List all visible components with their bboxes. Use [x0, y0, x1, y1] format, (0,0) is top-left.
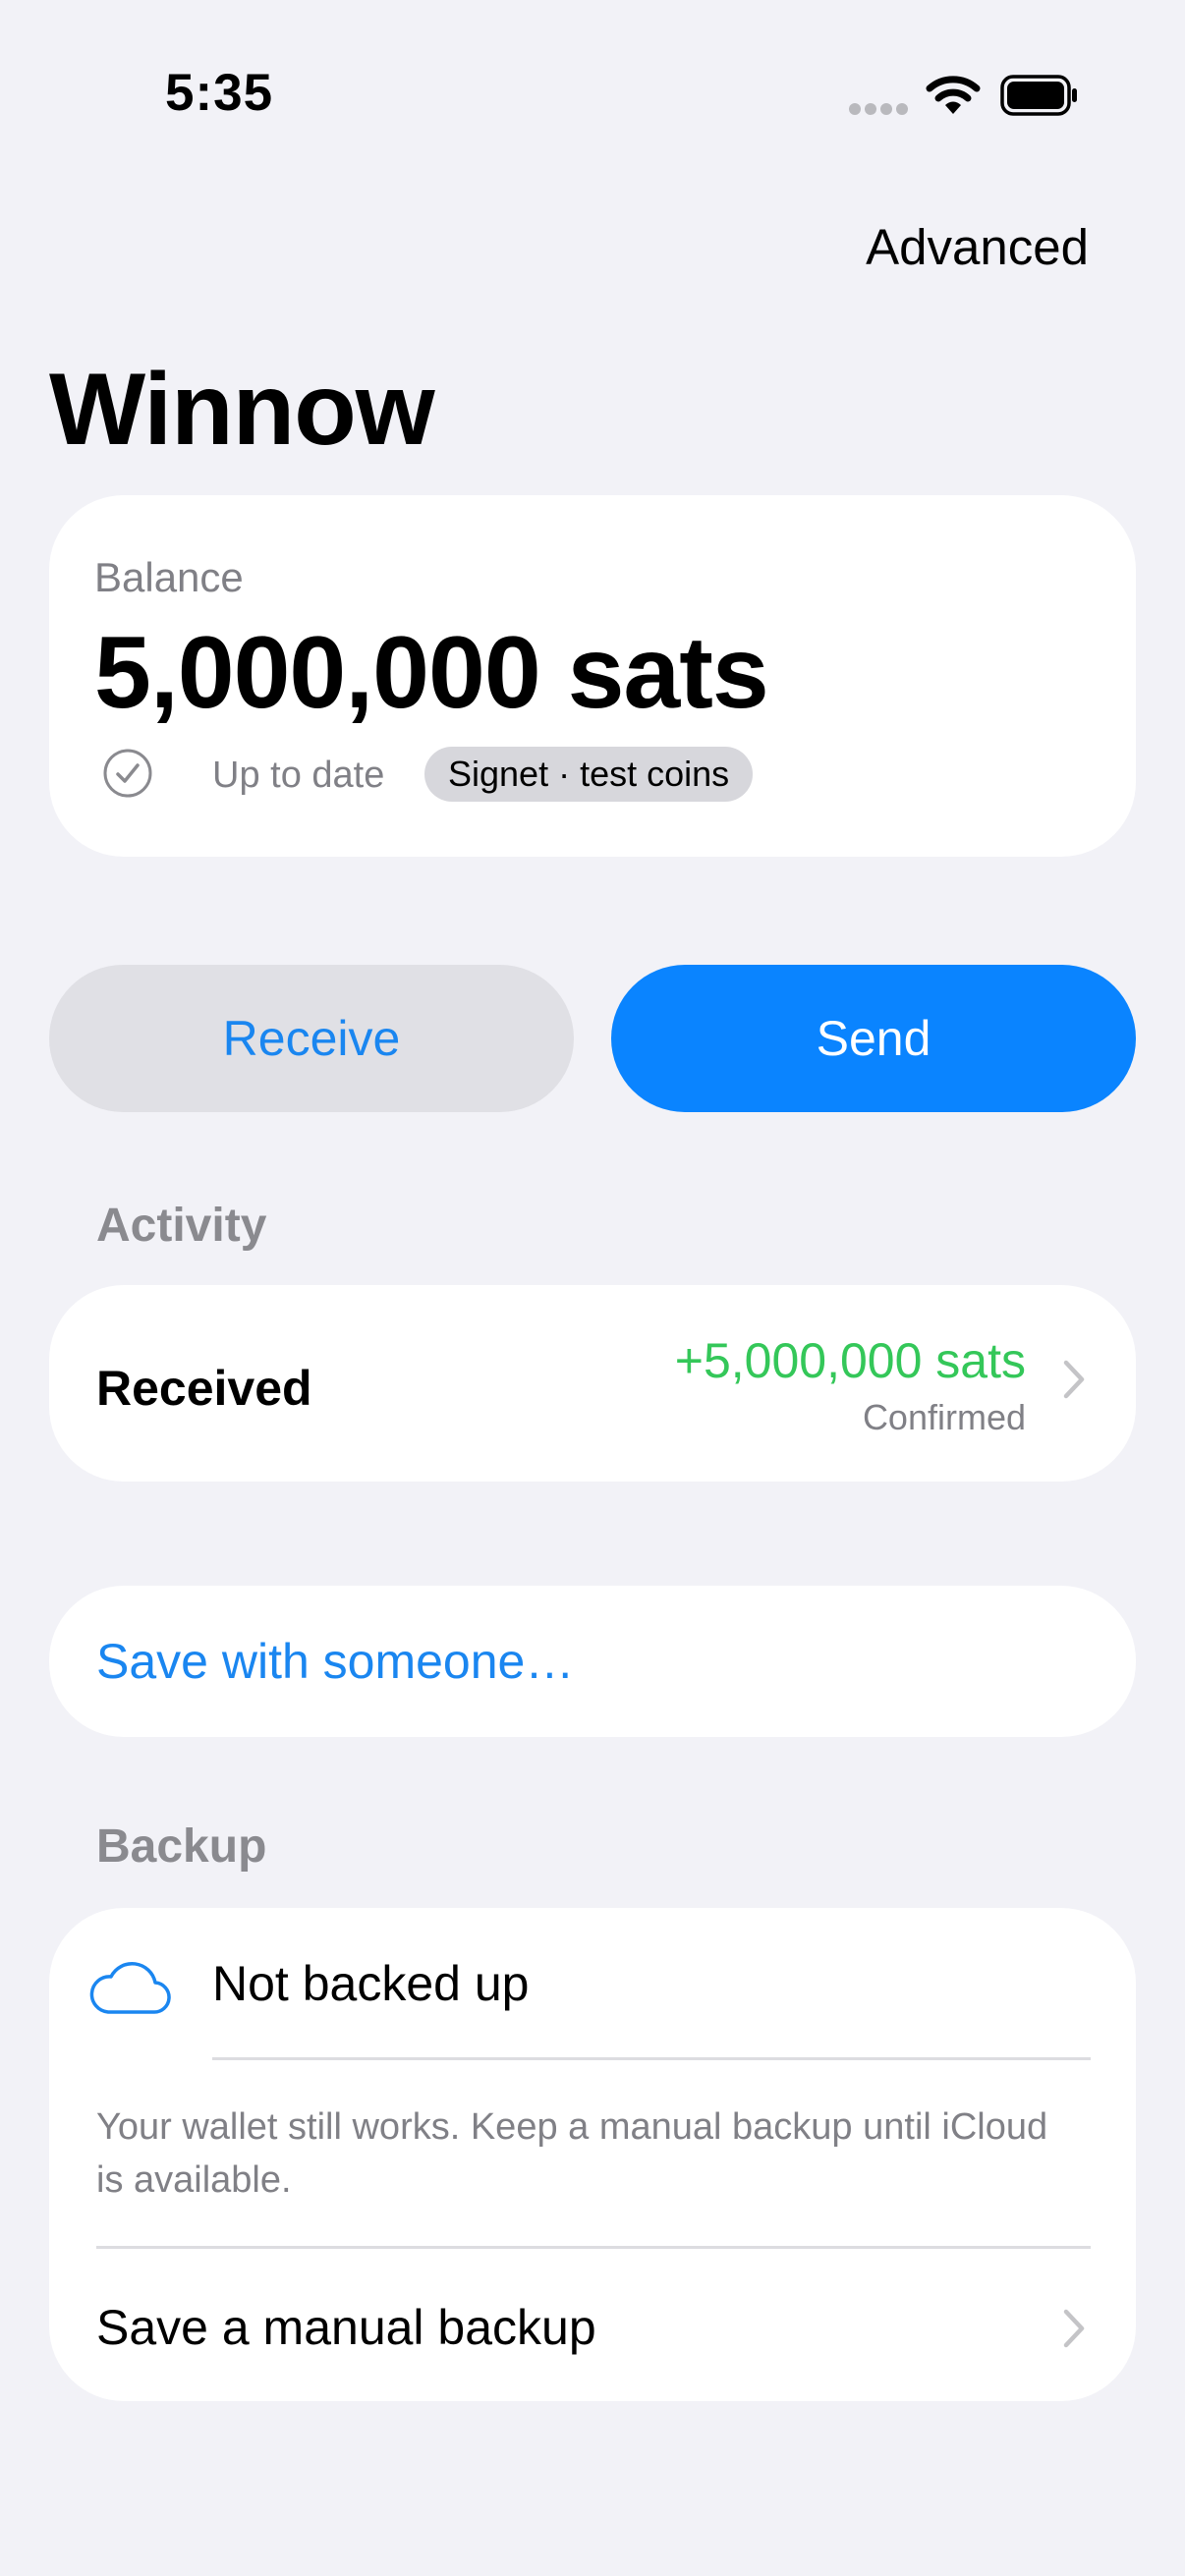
save-with-someone-label: Save with someone…	[96, 1634, 575, 1689]
battery-icon	[1000, 75, 1079, 121]
save-with-someone-button[interactable]: Save with someone…	[49, 1586, 1136, 1737]
advanced-button[interactable]: Advanced	[866, 218, 1089, 276]
backup-status: Not backed up	[212, 1956, 530, 2011]
divider	[96, 2246, 1091, 2249]
cellular-signal-icon	[849, 102, 908, 121]
balance-value: 5,000,000 sats	[94, 616, 769, 730]
backup-card: Not backed up Your wallet still works. K…	[49, 1908, 1136, 2401]
send-button[interactable]: Send	[611, 965, 1136, 1112]
balance-label: Balance	[94, 554, 244, 600]
activity-row-status: Confirmed	[862, 1397, 1026, 1437]
divider	[212, 2057, 1091, 2060]
wifi-icon	[926, 73, 981, 121]
network-badge: Signet · test coins	[424, 747, 754, 802]
balance-card: Balance 5,000,000 sats Up to date Signet…	[49, 495, 1136, 857]
activity-row[interactable]: Received +5,000,000 sats Confirmed	[49, 1285, 1136, 1482]
sync-status: Up to date	[212, 755, 385, 796]
receive-button[interactable]: Receive	[49, 965, 574, 1112]
cloud-icon	[86, 1957, 171, 2021]
activity-row-amount: +5,000,000 sats	[674, 1333, 1026, 1388]
page-title: Winnow	[49, 353, 435, 467]
status-time: 5:35	[165, 64, 274, 122]
activity-section-header: Activity	[96, 1200, 267, 1252]
backup-section-header: Backup	[96, 1820, 267, 1873]
activity-row-label: Received	[96, 1361, 312, 1416]
backup-note: Your wallet still works. Keep a manual b…	[96, 2106, 1048, 2201]
chevron-right-icon	[1061, 1358, 1087, 1406]
chevron-right-icon	[1061, 2307, 1087, 2355]
checkmark-circle-icon	[102, 748, 153, 804]
save-manual-backup-button[interactable]: Save a manual backup	[96, 2299, 596, 2356]
